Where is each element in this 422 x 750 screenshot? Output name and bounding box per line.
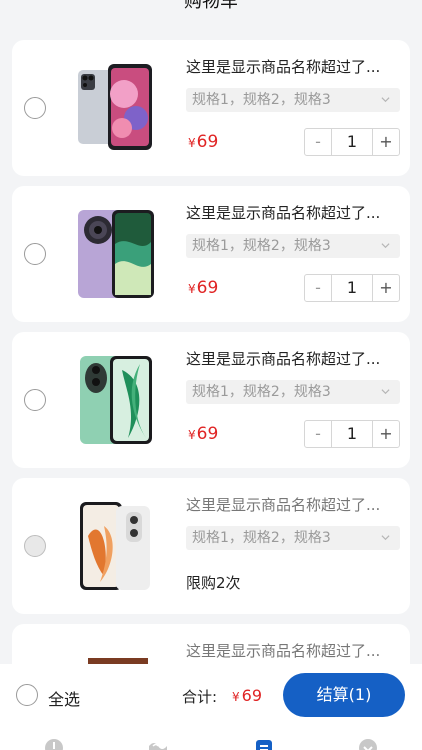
increase-button[interactable]: +: [373, 275, 399, 301]
decrease-button[interactable]: -: [305, 275, 331, 301]
cart-item: 这里是显示商品名称超过了... 规格1，规格2，规格3 ¥69 - 1 +: [12, 332, 410, 468]
price-value: 69: [196, 278, 219, 298]
purchase-limit-text: 限购2次: [186, 574, 241, 592]
currency-symbol: ¥: [188, 136, 196, 150]
increase-button[interactable]: +: [373, 421, 399, 447]
chevron-down-icon: [381, 535, 390, 541]
cart-item: 这里是显示商品名称超过了... 规格1，规格2，规格3 ¥69 - 1 +: [12, 186, 410, 322]
spec-selector[interactable]: 规格1，规格2，规格3: [186, 526, 400, 550]
cart-item: 这里是显示商品名称超过了... 规格1，规格2，规格3 ¥69 - 1 +: [12, 40, 410, 176]
product-image[interactable]: [74, 496, 160, 596]
total-amount: ¥69: [232, 686, 262, 705]
checkout-bar: 全选 合计: ¥69 结算(1): [0, 664, 422, 750]
product-image[interactable]: [74, 58, 160, 158]
quantity-stepper: - 1 +: [304, 274, 400, 302]
tab-cart[interactable]: [252, 736, 276, 750]
quantity-value[interactable]: 1: [331, 129, 373, 155]
chevron-down-icon: [381, 243, 390, 249]
total-label: 合计:: [182, 688, 218, 706]
product-name[interactable]: 这里是显示商品名称超过了...: [186, 348, 396, 369]
home-icon: [45, 739, 63, 750]
product-name[interactable]: 这里是显示商品名称超过了...: [186, 494, 396, 515]
increase-button[interactable]: +: [373, 129, 399, 155]
currency-symbol: ¥: [232, 690, 240, 704]
tab-home[interactable]: [42, 736, 66, 750]
cart-list: 这里是显示商品名称超过了... 规格1，规格2，规格3 ¥69 - 1 + 这里…: [0, 0, 422, 664]
tab-category[interactable]: [146, 736, 170, 750]
quantity-value[interactable]: 1: [331, 421, 373, 447]
phone-image-icon: [80, 356, 152, 444]
category-icon: [149, 743, 167, 750]
chevron-down-icon: [381, 389, 390, 395]
page-title: 购物车: [184, 0, 238, 12]
product-image[interactable]: [74, 204, 160, 304]
item-select-radio[interactable]: [24, 97, 46, 119]
currency-symbol: ¥: [188, 428, 196, 442]
select-all-label[interactable]: 全选: [48, 686, 80, 710]
cart-icon: [256, 740, 272, 750]
product-name[interactable]: 这里是显示商品名称超过了...: [186, 202, 396, 223]
price-value: 69: [196, 132, 219, 152]
page-header: 购物车: [0, 0, 422, 30]
cart-item-unavailable: 这里是显示商品名称超过了... 规格1，规格2，规格3 限购2次: [12, 478, 410, 614]
quantity-value[interactable]: 1: [331, 275, 373, 301]
spec-label: 规格1，规格2，规格3: [192, 92, 331, 108]
phone-image-icon: [78, 210, 154, 298]
item-select-radio[interactable]: [24, 389, 46, 411]
spec-label: 规格1，规格2，规格3: [192, 530, 331, 546]
spec-selector[interactable]: 规格1，规格2，规格3: [186, 234, 400, 258]
spec-label: 规格1，规格2，规格3: [192, 384, 331, 400]
product-image[interactable]: [74, 350, 160, 450]
phone-image-icon: [80, 502, 150, 590]
item-select-radio-disabled: [24, 535, 46, 557]
spec-selector[interactable]: 规格1，规格2，规格3: [186, 88, 400, 112]
tab-profile[interactable]: [356, 736, 380, 750]
spec-selector[interactable]: 规格1，规格2，规格3: [186, 380, 400, 404]
item-price: ¥69: [188, 278, 218, 298]
spec-label: 规格1，规格2，规格3: [192, 238, 331, 254]
product-name[interactable]: 这里是显示商品名称超过了...: [186, 640, 396, 661]
decrease-button[interactable]: -: [305, 129, 331, 155]
select-all-radio[interactable]: [16, 684, 38, 706]
cart-item-unavailable: 这里是显示商品名称超过了...: [12, 624, 410, 664]
item-price: ¥69: [188, 424, 218, 444]
profile-icon: [359, 739, 377, 750]
currency-symbol: ¥: [188, 282, 196, 296]
quantity-stepper: - 1 +: [304, 128, 400, 156]
phone-image-icon: [78, 64, 152, 150]
price-value: 69: [196, 424, 219, 444]
checkout-button[interactable]: 结算(1): [283, 673, 405, 717]
item-select-radio[interactable]: [24, 243, 46, 265]
item-price: ¥69: [188, 132, 218, 152]
decrease-button[interactable]: -: [305, 421, 331, 447]
chevron-down-icon: [381, 97, 390, 103]
quantity-stepper: - 1 +: [304, 420, 400, 448]
product-name[interactable]: 这里是显示商品名称超过了...: [186, 56, 396, 77]
product-image-icon: [88, 658, 148, 664]
bottom-tab-bar: [0, 734, 422, 750]
total-value: 69: [241, 686, 262, 705]
product-image[interactable]: [74, 642, 160, 664]
